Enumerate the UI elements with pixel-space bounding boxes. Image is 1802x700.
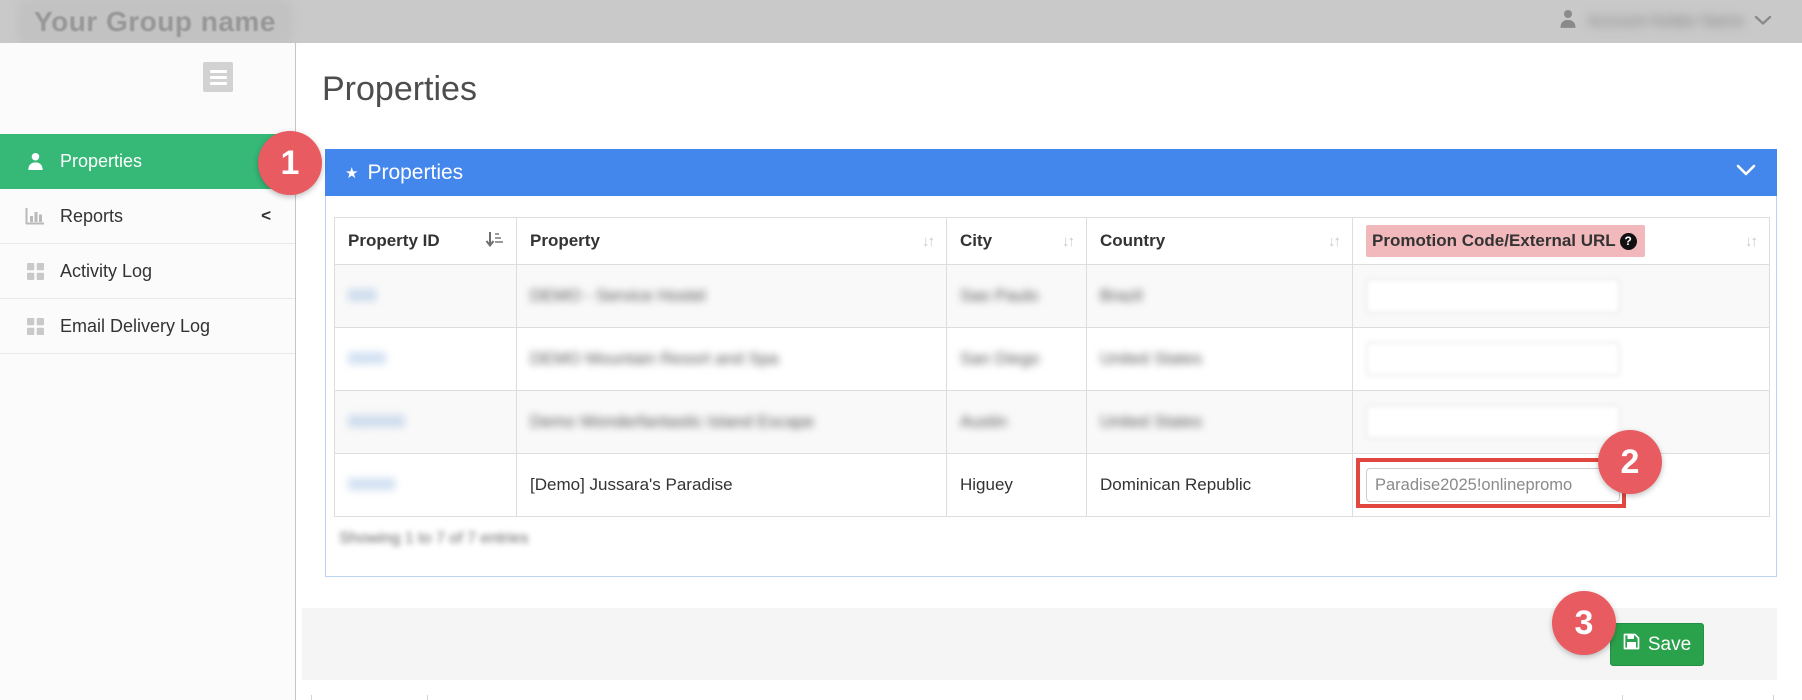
bar-chart-icon	[24, 207, 46, 225]
next-table-border	[311, 695, 312, 700]
group-name-label: Your Group name	[34, 6, 276, 37]
chevron-down-icon	[1754, 13, 1772, 31]
property-name: DEMO - Service Hostel	[530, 286, 706, 305]
promo-code-input[interactable]	[1366, 405, 1620, 439]
group-name: Your Group name	[22, 4, 288, 40]
sort-icon: ↓↑	[1062, 233, 1073, 250]
sidebar-item-label: Reports	[60, 206, 123, 227]
sidebar-nav: Properties Reports < Activity Log Em	[0, 134, 295, 354]
column-header-country[interactable]: Country ↓↑	[1087, 218, 1353, 265]
promo-code-input[interactable]	[1366, 342, 1620, 376]
help-icon[interactable]: ?	[1620, 233, 1637, 250]
panel-title: Properties	[367, 161, 463, 185]
star-icon: ★	[345, 164, 358, 182]
property-id-link[interactable]: 000	[348, 286, 376, 305]
country: United States	[1100, 412, 1202, 431]
column-header-property-id[interactable]: Property ID	[335, 218, 517, 265]
user-name: Account Holder Name	[1587, 13, 1744, 31]
next-table-border	[1773, 695, 1774, 700]
promo-code-input[interactable]	[1366, 468, 1620, 502]
panel-body: Property ID Property ↓↑ City ↓↑ Count	[325, 196, 1777, 577]
sidebar-item-label: Activity Log	[60, 261, 152, 282]
table-row: 00000 [Demo] Jussara's Paradise Higuey D…	[335, 454, 1770, 517]
sort-asc-icon	[485, 230, 503, 253]
property-name: DEMO Mountain Resort and Spa	[530, 349, 779, 368]
country: Dominican Republic	[1100, 475, 1251, 494]
user-menu[interactable]: Account Holder Name	[1559, 0, 1772, 43]
user-icon	[1559, 9, 1577, 34]
table-row: 0000 DEMO Mountain Resort and Spa San Di…	[335, 328, 1770, 391]
properties-panel: ★ Properties Property ID Property	[325, 149, 1777, 577]
highlighted-header: Promotion Code/External URL ?	[1366, 225, 1645, 257]
sidebar-item-reports[interactable]: Reports <	[0, 189, 295, 244]
floppy-save-icon	[1623, 633, 1640, 656]
property-id-link[interactable]: 0000	[348, 349, 386, 368]
table-header-row: Property ID Property ↓↑ City ↓↑ Count	[335, 218, 1770, 265]
sidebar-item-label: Properties	[60, 151, 142, 172]
annotation-step-2: 2	[1598, 430, 1662, 494]
chevron-left-icon: <	[261, 206, 271, 226]
column-header-property[interactable]: Property ↓↑	[517, 218, 947, 265]
column-header-city[interactable]: City ↓↑	[947, 218, 1087, 265]
properties-table: Property ID Property ↓↑ City ↓↑ Count	[334, 217, 1770, 517]
country: Brazil	[1100, 286, 1143, 305]
property-name: Demo Wonderfantastic Island Escape	[530, 412, 814, 431]
sidebar-item-activity-log[interactable]: Activity Log	[0, 244, 295, 299]
sort-icon: ↓↑	[1745, 233, 1756, 250]
city: Higuey	[960, 475, 1013, 494]
menu-toggle-button[interactable]	[203, 62, 233, 92]
grid-icon	[24, 263, 46, 280]
sidebar-item-properties[interactable]: Properties	[0, 134, 295, 189]
topbar: Your Group name Account Holder Name	[0, 0, 1802, 43]
sort-icon: ↓↑	[922, 233, 933, 250]
sidebar: Properties Reports < Activity Log Em	[0, 43, 296, 700]
sidebar-item-label: Email Delivery Log	[60, 316, 210, 337]
city: Austin	[960, 412, 1007, 431]
page-title: Properties	[322, 70, 477, 109]
chevron-down-icon[interactable]	[1735, 163, 1757, 182]
sort-icon: ↓↑	[1328, 233, 1339, 250]
city: Sao Paulo	[960, 286, 1038, 305]
table-row: 000 DEMO - Service Hostel Sao Paulo Braz…	[335, 265, 1770, 328]
table-row: 000000 Demo Wonderfantastic Island Escap…	[335, 391, 1770, 454]
promo-code-input[interactable]	[1366, 279, 1620, 313]
city: San Diego	[960, 349, 1039, 368]
annotation-step-3: 3	[1552, 591, 1616, 655]
app-window: Your Group name Account Holder Name Prop…	[0, 0, 1802, 700]
sidebar-item-email-delivery-log[interactable]: Email Delivery Log	[0, 299, 295, 354]
country: United States	[1100, 349, 1202, 368]
panel-header[interactable]: ★ Properties	[325, 149, 1777, 196]
next-table-border	[1622, 695, 1623, 700]
annotation-step-1: 1	[258, 131, 322, 195]
grid-icon	[24, 318, 46, 335]
property-id-link[interactable]: 000000	[348, 412, 405, 431]
next-table-border	[427, 695, 428, 700]
save-button-label: Save	[1648, 634, 1691, 656]
property-id-link[interactable]: 00000	[348, 475, 395, 494]
save-button[interactable]: Save	[1610, 623, 1704, 666]
column-header-promotion-code[interactable]: Promotion Code/External URL ? ↓↑	[1353, 218, 1770, 265]
user-icon	[24, 152, 46, 171]
table-summary: Showing 1 to 7 of 7 entries	[339, 530, 1768, 548]
property-name: [Demo] Jussara's Paradise	[530, 475, 733, 494]
